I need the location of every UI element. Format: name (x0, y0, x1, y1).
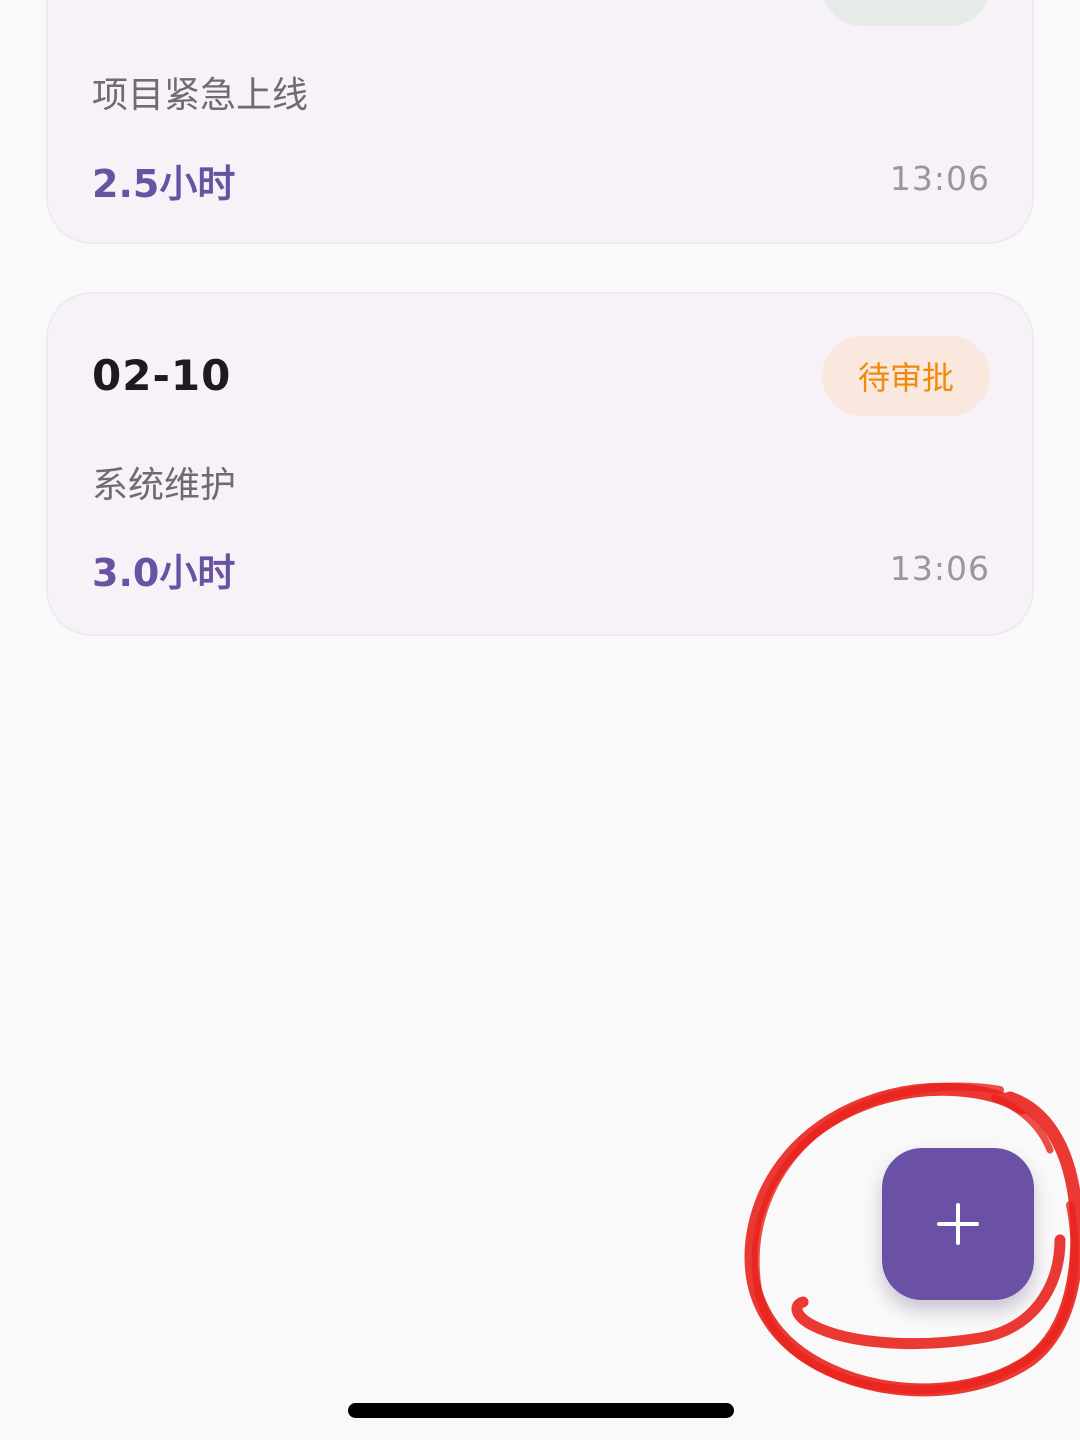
status-badge (822, 0, 990, 26)
record-hours: 2.5小时 (92, 162, 236, 206)
plus-icon (937, 1203, 979, 1245)
record-time: 13:06 (889, 159, 990, 198)
record-hours: 3.0小时 (92, 551, 236, 595)
home-indicator[interactable] (348, 1403, 734, 1418)
record-card[interactable]: 02-10 待审批 系统维护 3.0小时 13:06 (46, 292, 1034, 636)
record-reason: 项目紧急上线 (92, 75, 309, 116)
add-record-button[interactable] (882, 1148, 1034, 1300)
record-time: 13:06 (889, 549, 990, 588)
record-date: 02-10 (92, 351, 232, 400)
record-card[interactable]: 项目紧急上线 2.5小时 13:06 (46, 0, 1034, 244)
status-label: 待审批 (857, 359, 954, 397)
status-badge: 待审批 (822, 336, 990, 416)
record-reason: 系统维护 (92, 465, 237, 506)
